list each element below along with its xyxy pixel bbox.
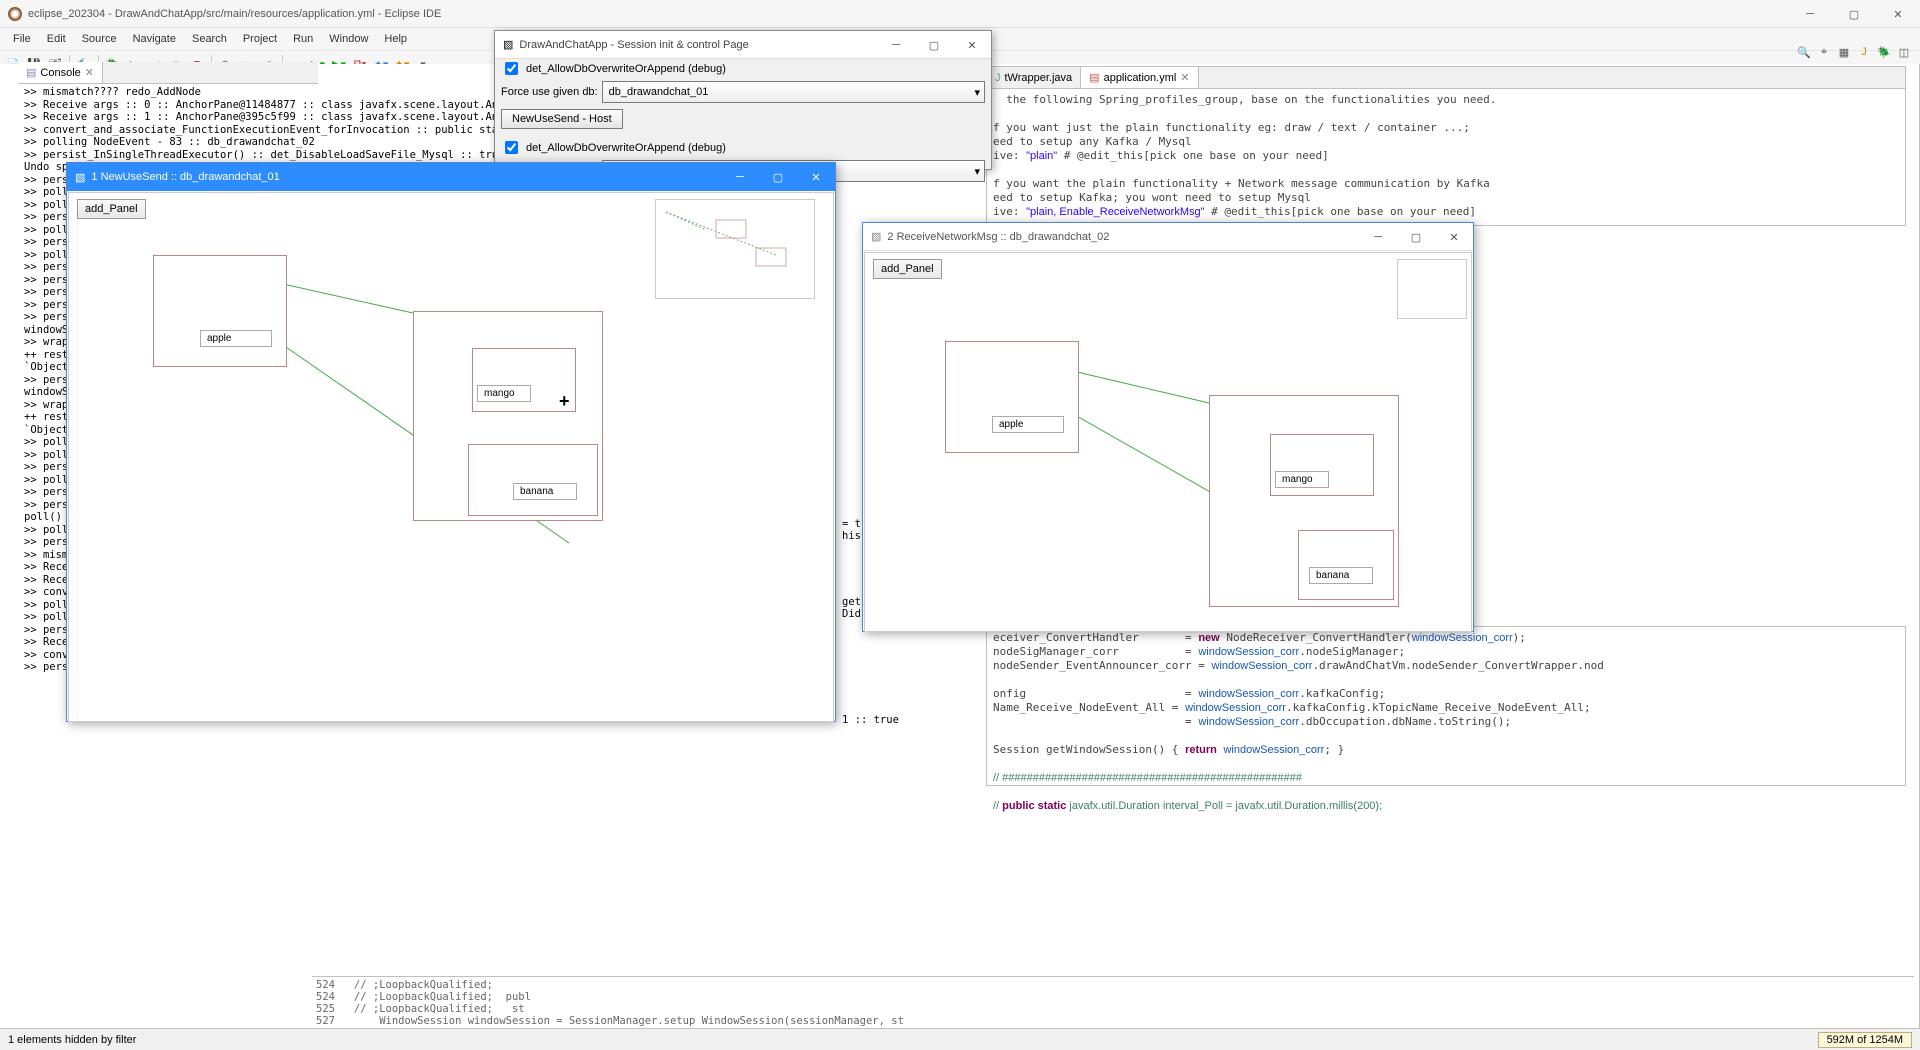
memory-indicator[interactable]: 592M of 1254M [1818,1032,1912,1048]
node-label[interactable]: apple [200,330,272,347]
force-label: Force use given db: [501,86,598,98]
new-use-send-button[interactable]: NewUseSend - Host [501,109,623,129]
node-outer[interactable]: mango banana [1209,395,1399,607]
search-area: 🔍 ⌖ ▦ J 🪲 ◫ [1796,44,1912,60]
node-banana[interactable]: banana [1298,530,1394,600]
row-checkbox-2: det_AllowDbOverwriteOrAppend (debug) [495,138,991,157]
draw-window-1: ▧ 1 NewUseSend :: db_drawandchat_01 ─ ▢ … [66,162,836,722]
minimize-button[interactable]: ─ [877,31,915,59]
java-persp-icon[interactable]: J [1856,44,1872,60]
statusbar: 1 elements hidden by filter 592M of 1254… [0,1028,1920,1050]
app-title: eclipse_202304 - DrawAndChatApp/src/main… [28,8,441,20]
eclipse-icon [8,7,22,21]
search-icon[interactable]: 🔍 [1796,44,1812,60]
node-label[interactable]: mango [477,385,531,402]
close-icon[interactable]: ✕ [1180,71,1189,84]
minimize-button[interactable]: ─ [1359,223,1397,251]
minimize-button[interactable]: ─ [1788,0,1832,28]
lower-code-snippet: 524 // ;LoopbackQualified; 524 // ;Loopb… [312,976,1914,1026]
maximize-button[interactable]: ▢ [915,31,953,59]
node-apple[interactable]: apple [945,341,1079,453]
titlebar: eclipse_202304 - DrawAndChatApp/src/main… [0,0,1920,28]
node-mango[interactable]: mango [1270,434,1374,496]
menu-file[interactable]: File [6,31,38,47]
maximize-button[interactable]: ▢ [1397,223,1435,251]
close-button[interactable]: ✕ [1435,223,1473,251]
persp-icon[interactable]: ▦ [1836,44,1852,60]
tab-application-yml[interactable]: ▤ application.yml✕ [1081,67,1198,88]
row-hostbtn: NewUseSend - Host [495,106,991,132]
console-tab[interactable]: ▤ Console ✕ [18,62,103,83]
console-icon: ▤ [26,66,36,79]
chevron-down-icon: ▾ [974,165,980,178]
node-outer[interactable]: mango banana [413,311,603,521]
editor-lower: eceiver_ConvertHandler = new NodeReceive… [986,626,1906,786]
allow-overwrite-checkbox-2[interactable] [505,141,518,154]
yml-icon: ▤ [1089,71,1099,84]
session-dialog: ▧ DrawAndChatApp - Session init & contro… [494,30,992,170]
minimap[interactable] [1397,259,1467,319]
dialog-title-text: DrawAndChatApp - Session init & control … [519,39,748,51]
app-icon: ▧ [871,230,881,243]
node-label[interactable]: mango [1275,471,1329,488]
cursor-cross-icon: + [559,391,570,412]
editor-lower-body[interactable]: eceiver_ConvertHandler = new NodeReceive… [987,627,1905,817]
console-tabrow: ▤ Console ✕ [18,62,318,84]
canvas[interactable]: add_Panel apple mango banana + [68,192,834,722]
add-panel-button[interactable]: add_Panel [873,259,942,279]
combo-value: db_drawandchat_01 [609,86,709,98]
checkbox-label: det_AllowDbOverwriteOrAppend (debug) [526,63,726,75]
draw-window-2: ▧ 2 ReceiveNetworkMsg :: db_drawandchat_… [862,222,1474,632]
menu-navigate[interactable]: Navigate [126,31,183,47]
editor-tabrow: JtWrapper.java ▤ application.yml✕ [987,67,1905,89]
node-label[interactable]: banana [1309,567,1373,584]
close-button[interactable]: ✕ [1876,0,1920,28]
db-combo-1[interactable]: db_drawandchat_01 ▾ [602,81,985,103]
node-label[interactable]: apple [992,416,1064,433]
maximize-button[interactable]: ▢ [759,163,797,191]
window-title-text: 1 NewUseSend :: db_drawandchat_01 [91,171,279,183]
menu-help[interactable]: Help [377,31,414,47]
open-type-icon[interactable]: ⌖ [1816,44,1832,60]
window-title[interactable]: ▧ 1 NewUseSend :: db_drawandchat_01 ─ ▢ … [67,163,835,191]
node-label[interactable]: banana [513,483,577,500]
row-checkbox-1: det_AllowDbOverwriteOrAppend (debug) [495,59,991,78]
dialog-title: ▧ DrawAndChatApp - Session init & contro… [495,31,991,59]
app-icon: ▧ [75,171,85,184]
window-title[interactable]: ▧ 2 ReceiveNetworkMsg :: db_drawandchat_… [863,223,1473,251]
window-title-text: 2 ReceiveNetworkMsg :: db_drawandchat_02 [887,231,1109,243]
row-db-1: Force use given db: db_drawandchat_01 ▾ [495,78,991,106]
canvas[interactable]: add_Panel apple mango banana [864,252,1472,632]
minimap[interactable] [655,199,815,299]
console-tab-label: Console [40,67,80,79]
node-banana[interactable]: banana [468,444,598,516]
app-icon: ▧ [503,38,513,51]
maximize-button[interactable]: ▢ [1832,0,1876,28]
editor-panel: JtWrapper.java ▤application.yml✕ the fol… [986,66,1906,226]
tab-label: application.yml [1104,72,1177,84]
tab-label: tWrapper.java [1005,72,1073,84]
minimize-button[interactable]: ─ [721,163,759,191]
menu-edit[interactable]: Edit [40,31,73,47]
menu-search[interactable]: Search [185,31,234,47]
close-icon[interactable]: ✕ [85,66,94,79]
chevron-down-icon: ▾ [974,86,980,99]
debug-persp-icon[interactable]: 🪲 [1876,44,1892,60]
close-button[interactable]: ✕ [797,163,835,191]
fragment: 1 :: true [842,714,899,726]
menu-project[interactable]: Project [236,31,284,47]
menu-run[interactable]: Run [286,31,320,47]
close-button[interactable]: ✕ [953,31,991,59]
java-icon: J [995,72,1001,84]
git-persp-icon[interactable]: ◫ [1896,44,1912,60]
add-panel-button[interactable]: add_Panel [77,199,146,219]
menu-window[interactable]: Window [322,31,375,47]
allow-overwrite-checkbox[interactable] [505,62,518,75]
checkbox-label: det_AllowDbOverwriteOrAppend (debug) [526,142,726,154]
status-left: 1 elements hidden by filter [8,1034,136,1046]
tab-wrapper[interactable]: JtWrapper.java [987,67,1081,88]
menu-source[interactable]: Source [75,31,124,47]
node-apple[interactable]: apple [153,255,287,367]
